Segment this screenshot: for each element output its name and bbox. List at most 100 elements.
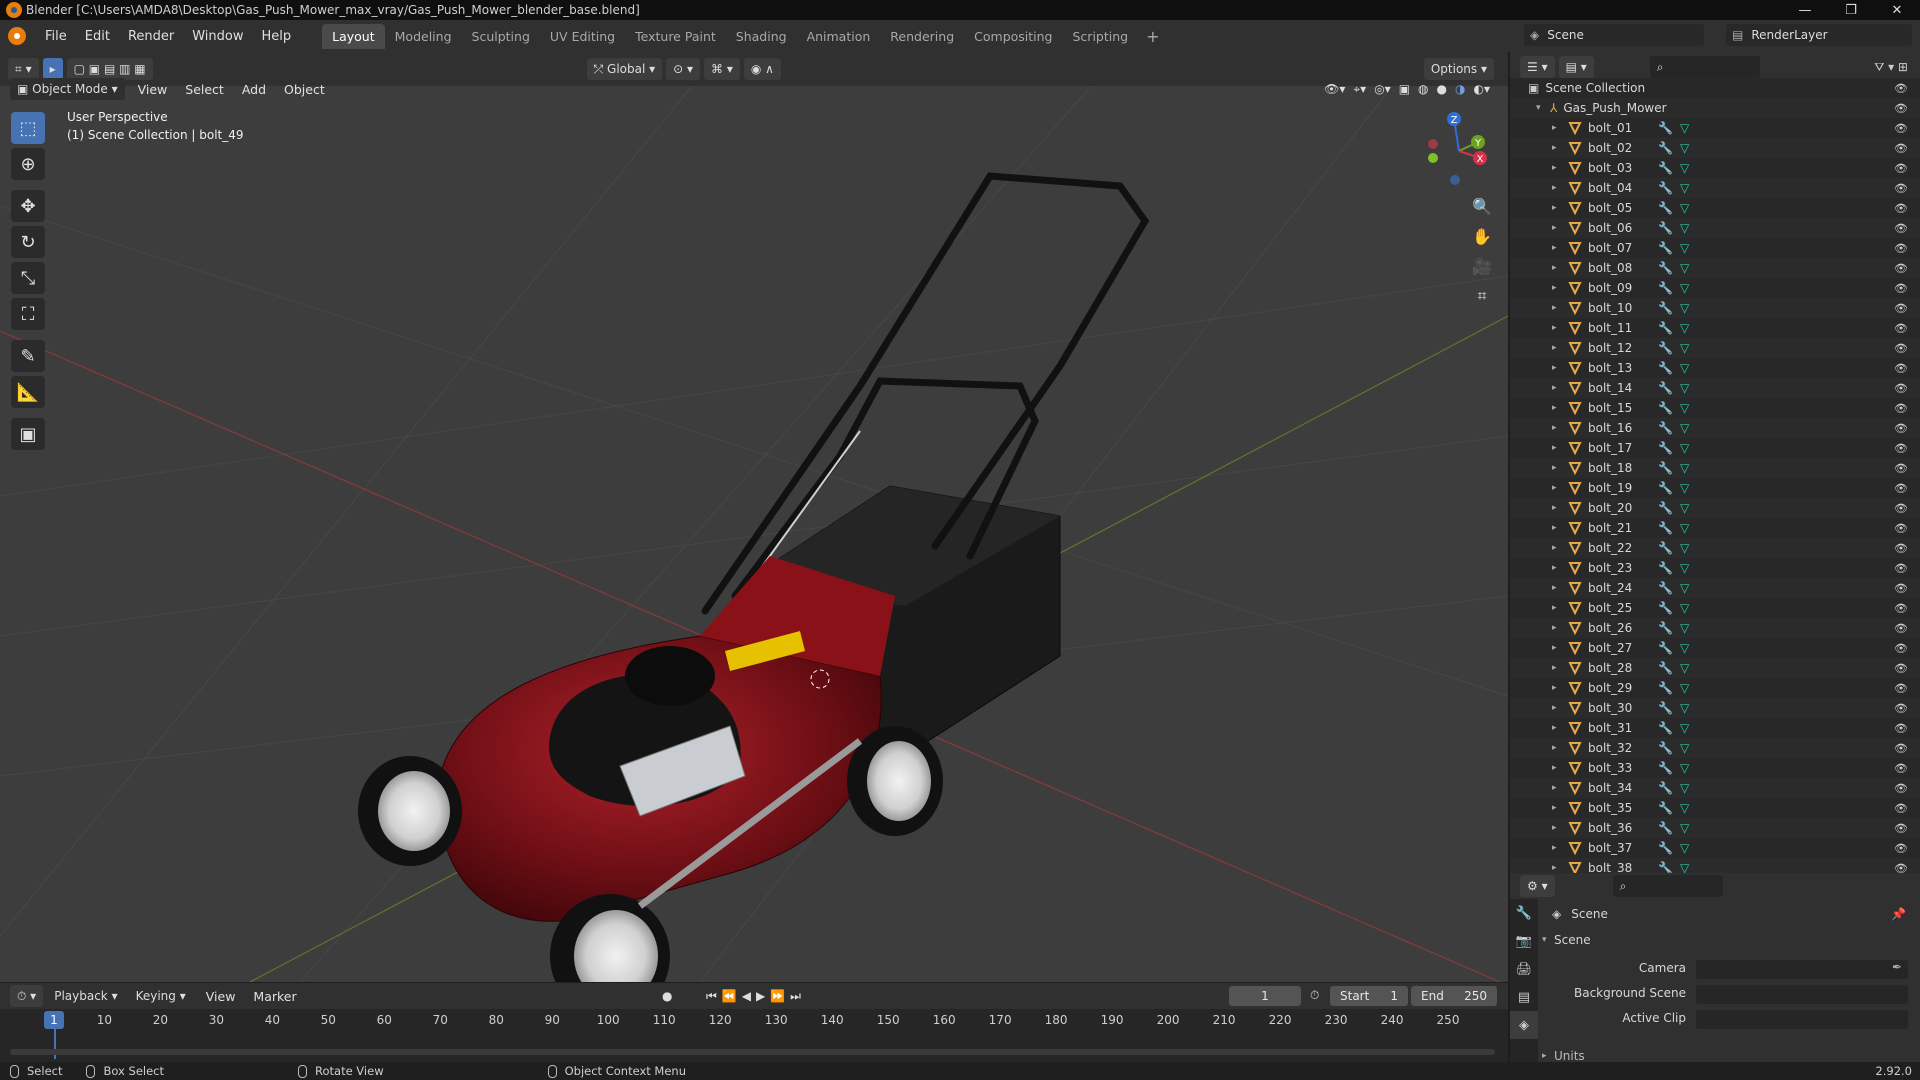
mesh-data-icon[interactable]: ▽ bbox=[1680, 341, 1689, 355]
modifier-wrench-icon[interactable]: 🔧 bbox=[1658, 661, 1673, 675]
viewport-scene[interactable]: Z Y X bbox=[0, 76, 1508, 982]
expand-icon[interactable]: ▸ bbox=[1552, 483, 1564, 493]
active-clip-field[interactable] bbox=[1696, 1010, 1908, 1029]
mesh-data-icon[interactable]: ▽ bbox=[1680, 761, 1689, 775]
outliner-scene-collection[interactable]: ▣ Scene Collection 👁 bbox=[1510, 78, 1920, 98]
eye-icon[interactable]: 👁 bbox=[1894, 822, 1908, 835]
modifier-wrench-icon[interactable]: 🔧 bbox=[1658, 761, 1673, 775]
eye-icon[interactable]: 👁 bbox=[1894, 802, 1908, 815]
outliner-display-mode[interactable]: ▤ ▾ bbox=[1558, 56, 1594, 78]
outliner-collection[interactable]: ▾ ⅄ Gas_Push_Mower 👁 bbox=[1510, 98, 1920, 118]
eye-icon[interactable]: 👁 bbox=[1894, 542, 1908, 555]
outliner-item[interactable]: ▸ bolt_22 🔧 ▽ 👁 bbox=[1510, 538, 1920, 558]
stopwatch-icon[interactable]: ⏱ bbox=[1310, 988, 1319, 1003]
outliner-item[interactable]: ▸ bolt_17 🔧 ▽ 👁 bbox=[1510, 438, 1920, 458]
workspace-tab-layout[interactable]: Layout bbox=[322, 23, 385, 49]
outliner-item[interactable]: ▸ bolt_02 🔧 ▽ 👁 bbox=[1510, 138, 1920, 158]
menu-window[interactable]: Window bbox=[183, 29, 252, 44]
outliner-item[interactable]: ▸ bolt_12 🔧 ▽ 👁 bbox=[1510, 338, 1920, 358]
menu-help[interactable]: Help bbox=[253, 29, 301, 44]
add-workspace-button[interactable]: + bbox=[1138, 27, 1167, 46]
outliner-item[interactable]: ▸ bolt_24 🔧 ▽ 👁 bbox=[1510, 578, 1920, 598]
modifier-wrench-icon[interactable]: 🔧 bbox=[1658, 301, 1673, 315]
expand-icon[interactable]: ▸ bbox=[1552, 283, 1564, 293]
modifier-wrench-icon[interactable]: 🔧 bbox=[1658, 241, 1673, 255]
workspace-tab-texture-paint[interactable]: Texture Paint bbox=[625, 24, 726, 49]
expand-icon[interactable]: ▸ bbox=[1552, 523, 1564, 533]
modifier-wrench-icon[interactable]: 🔧 bbox=[1658, 121, 1673, 135]
eye-icon[interactable]: 👁 bbox=[1894, 742, 1908, 755]
modifier-wrench-icon[interactable]: 🔧 bbox=[1658, 721, 1673, 735]
modifier-wrench-icon[interactable]: 🔧 bbox=[1658, 741, 1673, 755]
outliner-item[interactable]: ▸ bolt_21 🔧 ▽ 👁 bbox=[1510, 518, 1920, 538]
outliner-item[interactable]: ▸ bolt_14 🔧 ▽ 👁 bbox=[1510, 378, 1920, 398]
expand-icon[interactable]: ▸ bbox=[1552, 443, 1564, 453]
expand-icon[interactable]: ▸ bbox=[1552, 643, 1564, 653]
mesh-data-icon[interactable]: ▽ bbox=[1680, 361, 1689, 375]
mesh-data-icon[interactable]: ▽ bbox=[1680, 801, 1689, 815]
eye-icon[interactable]: 👁 bbox=[1894, 522, 1908, 535]
timeline-scrollbar[interactable] bbox=[10, 1049, 1495, 1055]
modifier-wrench-icon[interactable]: 🔧 bbox=[1658, 561, 1673, 575]
eye-icon[interactable]: 👁 bbox=[1894, 382, 1908, 395]
eye-icon[interactable]: 👁 bbox=[1894, 102, 1908, 115]
eye-icon[interactable]: 👁 bbox=[1894, 122, 1908, 135]
mesh-data-icon[interactable]: ▽ bbox=[1680, 541, 1689, 555]
timeline-menu-view[interactable]: View bbox=[197, 989, 245, 1004]
outliner-item[interactable]: ▸ bolt_10 🔧 ▽ 👁 bbox=[1510, 298, 1920, 318]
eye-icon[interactable]: 👁 bbox=[1894, 562, 1908, 575]
workspace-tab-animation[interactable]: Animation bbox=[797, 24, 881, 49]
timeline-menu-keying[interactable]: Keying ▾ bbox=[129, 985, 193, 1007]
mesh-data-icon[interactable]: ▽ bbox=[1680, 681, 1689, 695]
modifier-wrench-icon[interactable]: 🔧 bbox=[1658, 781, 1673, 795]
outliner-item[interactable]: ▸ bolt_28 🔧 ▽ 👁 bbox=[1510, 658, 1920, 678]
outliner-item[interactable]: ▸ bolt_30 🔧 ▽ 👁 bbox=[1510, 698, 1920, 718]
mesh-data-icon[interactable]: ▽ bbox=[1680, 601, 1689, 615]
mesh-data-icon[interactable]: ▽ bbox=[1680, 841, 1689, 855]
eye-icon[interactable]: 👁 bbox=[1894, 322, 1908, 335]
mesh-data-icon[interactable]: ▽ bbox=[1680, 161, 1689, 175]
camera-view-icon[interactable]: 🎥 bbox=[1468, 252, 1496, 280]
expand-icon[interactable]: ▸ bbox=[1552, 783, 1564, 793]
outliner-item[interactable]: ▸ bolt_13 🔧 ▽ 👁 bbox=[1510, 358, 1920, 378]
pin-icon[interactable]: 📌 bbox=[1891, 907, 1906, 921]
workspace-tab-shading[interactable]: Shading bbox=[726, 24, 797, 49]
rotate-tool[interactable]: ↻ bbox=[11, 226, 45, 258]
viewport-menu-view[interactable]: View bbox=[129, 82, 177, 97]
mesh-data-icon[interactable]: ▽ bbox=[1680, 461, 1689, 475]
expand-icon[interactable]: ▸ bbox=[1552, 543, 1564, 553]
overlay-toggle-icon[interactable]: ◎▾ bbox=[1374, 82, 1391, 97]
eye-icon[interactable]: 👁 bbox=[1894, 702, 1908, 715]
scale-tool[interactable]: ⤡ bbox=[11, 262, 45, 294]
outliner-item[interactable]: ▸ bolt_19 🔧 ▽ 👁 bbox=[1510, 478, 1920, 498]
menu-edit[interactable]: Edit bbox=[76, 29, 119, 44]
outliner-item[interactable]: ▸ bolt_34 🔧 ▽ 👁 bbox=[1510, 778, 1920, 798]
modifier-wrench-icon[interactable]: 🔧 bbox=[1658, 161, 1673, 175]
mesh-data-icon[interactable]: ▽ bbox=[1680, 241, 1689, 255]
xray-toggle-icon[interactable]: ▣ bbox=[1399, 82, 1410, 97]
expand-icon[interactable]: ▸ bbox=[1552, 503, 1564, 513]
outliner-item[interactable]: ▸ bolt_23 🔧 ▽ 👁 bbox=[1510, 558, 1920, 578]
mesh-data-icon[interactable]: ▽ bbox=[1680, 301, 1689, 315]
eye-icon[interactable]: 👁 bbox=[1894, 642, 1908, 655]
timeline-menu-playback[interactable]: Playback ▾ bbox=[47, 985, 124, 1007]
expand-icon[interactable]: ▸ bbox=[1552, 303, 1564, 313]
expand-icon[interactable]: ▸ bbox=[1552, 343, 1564, 353]
expand-icon[interactable]: ▸ bbox=[1552, 363, 1564, 373]
modifier-wrench-icon[interactable]: 🔧 bbox=[1658, 381, 1673, 395]
expand-icon[interactable]: ▸ bbox=[1552, 743, 1564, 753]
workspace-tab-sculpting[interactable]: Sculpting bbox=[462, 24, 540, 49]
outliner-item[interactable]: ▸ bolt_09 🔧 ▽ 👁 bbox=[1510, 278, 1920, 298]
modifier-wrench-icon[interactable]: 🔧 bbox=[1658, 541, 1673, 555]
mesh-data-icon[interactable]: ▽ bbox=[1680, 521, 1689, 535]
visibility-dropdown-icon[interactable]: 👁▾ bbox=[1324, 82, 1345, 97]
outliner-search-input[interactable]: ⌕ bbox=[1649, 56, 1760, 78]
minimize-button[interactable]: — bbox=[1782, 0, 1828, 20]
expand-icon[interactable]: ▸ bbox=[1552, 723, 1564, 733]
workspace-tab-uv-editing[interactable]: UV Editing bbox=[540, 24, 625, 49]
eye-icon[interactable]: 👁 bbox=[1894, 422, 1908, 435]
move-tool[interactable]: ✥ bbox=[11, 190, 45, 222]
rendered-shading-icon[interactable]: ◐▾ bbox=[1474, 82, 1491, 97]
mesh-data-icon[interactable]: ▽ bbox=[1680, 441, 1689, 455]
outliner-item[interactable]: ▸ bolt_08 🔧 ▽ 👁 bbox=[1510, 258, 1920, 278]
